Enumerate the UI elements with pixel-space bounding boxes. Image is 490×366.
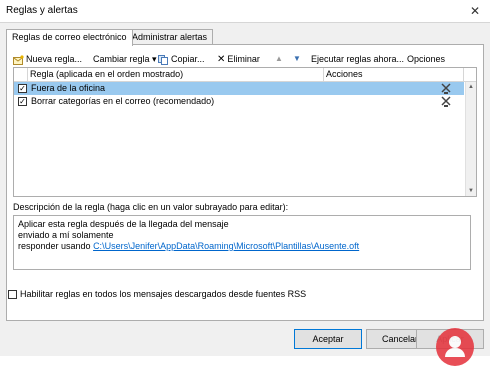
- new-rule-label: Nueva regla...: [26, 54, 83, 64]
- description-line: enviado a mí solamente: [18, 230, 114, 240]
- change-rule-button[interactable]: Cambiar regla ▾: [93, 52, 157, 66]
- chevron-down-icon: ▾: [149, 54, 157, 64]
- rule-description-box: Aplicar esta regla después de la llegada…: [13, 215, 471, 270]
- scroll-up-icon[interactable]: ▲: [466, 82, 476, 92]
- move-up-icon[interactable]: ▲: [275, 52, 283, 66]
- template-path-link[interactable]: C:\Users\Jenifer\AppData\Roaming\Microso…: [93, 241, 359, 251]
- rule-row-clear-categories[interactable]: ✓ Borrar categorías en el correo (recome…: [14, 95, 464, 108]
- window-title: Reglas y alertas: [6, 5, 78, 16]
- rss-rules-option[interactable]: Habilitar reglas en todos los mensajes d…: [8, 289, 307, 300]
- checkbox-column-header: [14, 68, 28, 81]
- ok-button[interactable]: Aceptar: [294, 329, 362, 349]
- rule-name: Fuera de la oficina: [31, 83, 106, 93]
- rules-toolbar: Nueva regla... Cambiar regla ▾ Copiar...…: [13, 52, 477, 66]
- email-rules-panel: Nueva regla... Cambiar regla ▾ Copiar...…: [6, 44, 484, 321]
- rss-option-label: Habilitar reglas en todos los mensajes d…: [20, 289, 307, 299]
- description-line-reply: responder usando C:\Users\Jenifer\AppDat…: [18, 241, 466, 252]
- rules-list-header: Regla (aplicada en el orden mostrado) Ac…: [14, 68, 476, 82]
- rules-dialog: Reglas de correo electrónico Administrar…: [0, 22, 490, 366]
- rule-checkbox[interactable]: ✓: [18, 97, 27, 106]
- rule-action-icon: [441, 96, 451, 107]
- new-rule-button[interactable]: Nueva regla...: [13, 52, 82, 66]
- copy-label: Copiar...: [171, 54, 205, 64]
- run-rules-button[interactable]: Ejecutar reglas ahora...: [311, 52, 404, 66]
- move-down-icon[interactable]: ▼: [293, 52, 301, 66]
- title-bar: Reglas y alertas ✕: [0, 0, 490, 22]
- watermark-logo: [436, 328, 474, 366]
- rules-list: Regla (aplicada en el orden mostrado) Ac…: [13, 67, 477, 197]
- rule-row-out-of-office[interactable]: ✓ Fuera de la oficina: [14, 82, 464, 95]
- rule-description-label: Descripción de la regla (haga clic en un…: [13, 202, 289, 212]
- scroll-down-icon[interactable]: ▼: [466, 186, 476, 196]
- tab-email-rules[interactable]: Reglas de correo electrónico: [6, 29, 133, 46]
- close-icon[interactable]: ✕: [466, 2, 484, 20]
- rule-checkbox[interactable]: ✓: [18, 84, 27, 93]
- delete-rule-button[interactable]: ✕ Eliminar: [217, 52, 260, 66]
- rules-list-scrollbar[interactable]: ▲ ▼: [465, 82, 476, 196]
- rule-action-icon: [441, 83, 451, 94]
- rule-name: Borrar categorías en el correo (recomend…: [31, 96, 215, 106]
- description-line: responder usando: [18, 241, 94, 251]
- copy-rule-button[interactable]: Copiar...: [158, 52, 205, 66]
- delete-icon: ✕: [217, 53, 226, 65]
- new-rule-icon: [13, 55, 24, 65]
- options-button[interactable]: Opciones: [407, 52, 445, 66]
- tab-manage-alerts[interactable]: Administrar alertas: [126, 29, 214, 45]
- actions-column-header[interactable]: Acciones: [324, 68, 464, 81]
- rss-checkbox[interactable]: [8, 290, 17, 300]
- change-rule-label: Cambiar regla: [93, 54, 150, 64]
- description-line: Aplicar esta regla después de la llegada…: [18, 219, 229, 229]
- rule-column-header[interactable]: Regla (aplicada en el orden mostrado): [28, 68, 324, 81]
- delete-label: Eliminar: [227, 54, 260, 64]
- copy-icon: [158, 54, 168, 65]
